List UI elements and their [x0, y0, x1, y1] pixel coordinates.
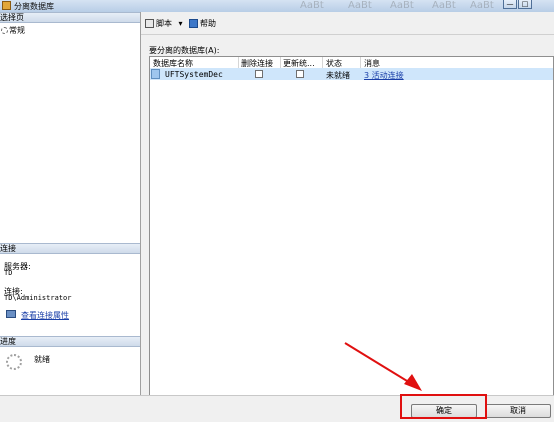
cancel-button[interactable]: 取消 [485, 404, 551, 418]
annotation-arrow-icon [344, 342, 422, 391]
annotation-highlight-box [400, 394, 487, 419]
